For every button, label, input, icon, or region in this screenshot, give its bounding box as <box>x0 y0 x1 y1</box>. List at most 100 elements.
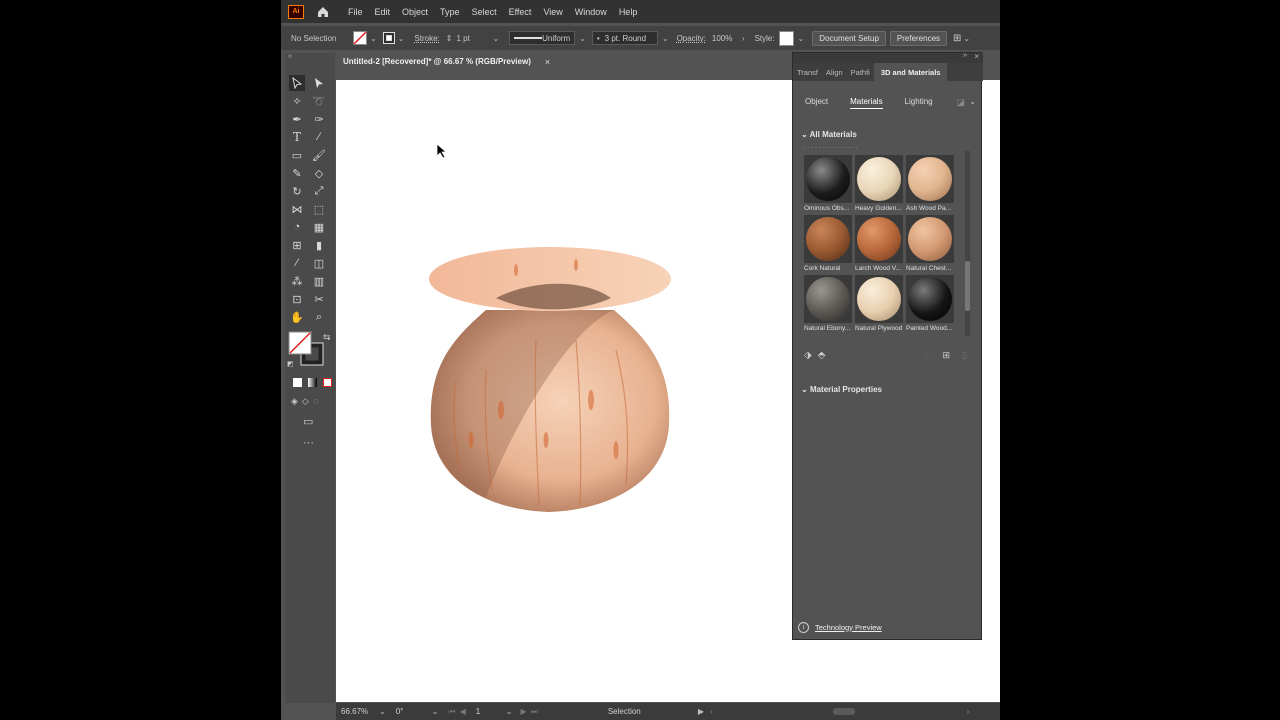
fill-stroke-swatches[interactable]: ⇆ <box>287 330 333 372</box>
brush-definition[interactable]: • 3 pt. Round <box>591 31 658 45</box>
scrollbar-thumb[interactable] <box>965 261 970 311</box>
opacity-label[interactable]: Opacity: <box>677 34 706 43</box>
last-artboard-icon[interactable]: ⏭ <box>531 707 538 717</box>
direct-selection-tool-icon[interactable] <box>311 75 327 91</box>
lasso-tool-icon[interactable]: ➰ <box>311 93 327 109</box>
style-swatch[interactable] <box>778 30 794 46</box>
brush-dropdown-icon[interactable]: ⌄ <box>662 34 669 43</box>
duplicate-icon[interactable]: ⊞ <box>943 350 951 361</box>
edit-toolbar-icon[interactable]: ··· <box>303 437 314 449</box>
materials-scrollbar[interactable] <box>965 151 970 336</box>
opacity-arrow-icon[interactable]: › <box>742 34 745 43</box>
width-tool-icon[interactable]: ⋈ <box>289 201 305 217</box>
arrange-dropdown-icon[interactable]: ⌄ <box>963 34 970 43</box>
menu-window[interactable]: Window <box>575 7 607 17</box>
artboard-tool-icon[interactable]: ⊡ <box>289 291 305 307</box>
column-graph-tool-icon[interactable]: ▥ <box>311 273 327 289</box>
color-mode-icon[interactable] <box>293 378 302 387</box>
menu-type[interactable]: Type <box>440 7 460 17</box>
mesh-tool-icon[interactable]: ⊞ <box>289 237 305 253</box>
default-colors-icon[interactable]: ◩ <box>287 360 294 368</box>
first-artboard-icon[interactable]: ⏮ <box>448 707 455 717</box>
material-swatch[interactable]: Larch Wood V... <box>855 215 905 273</box>
panel-close-icon[interactable]: × <box>974 52 979 61</box>
subtab-materials[interactable]: Materials <box>850 97 883 109</box>
stroke-stepper-icon[interactable]: ⇕ <box>446 34 453 43</box>
stroke-label[interactable]: Stroke: <box>414 34 439 43</box>
tab-pathfinder[interactable]: Pathfi <box>847 68 874 77</box>
next-artboard-icon[interactable]: ▶ <box>520 707 526 716</box>
rectangle-tool-icon[interactable]: ▭ <box>289 147 305 163</box>
document-setup-button[interactable]: Document Setup <box>812 30 886 46</box>
close-tab-icon[interactable]: × <box>545 57 550 67</box>
eyedropper-tool-icon[interactable]: ⁄ <box>289 255 305 271</box>
perspective-grid-tool-icon[interactable]: ▦ <box>311 219 327 235</box>
rotate-tool-icon[interactable]: ↻ <box>289 183 305 199</box>
tab-align[interactable]: Align <box>822 68 847 77</box>
delete-icon[interactable]: ▯ <box>962 350 967 361</box>
stroke-weight-dropdown-icon[interactable]: ⌄ <box>492 34 499 43</box>
status-menu-icon[interactable]: ▶ <box>698 707 704 716</box>
variable-width-profile[interactable]: Uniform <box>509 31 576 45</box>
revert-icon[interactable]: ◌ <box>925 350 930 361</box>
stroke-swatch[interactable] <box>382 32 395 44</box>
zoom-field[interactable]: 66.67% <box>341 707 379 716</box>
pen-tool-icon[interactable]: ✒ <box>289 111 305 127</box>
material-swatch[interactable]: Painted Wood... <box>906 275 956 333</box>
scroll-right-icon[interactable]: › <box>967 707 970 716</box>
menu-file[interactable]: File <box>348 7 363 17</box>
blend-tool-icon[interactable]: ◫ <box>311 255 327 271</box>
screen-mode-icon[interactable]: ▭ <box>303 415 313 428</box>
magic-wand-tool-icon[interactable]: ✧ <box>289 93 305 109</box>
preferences-button[interactable]: Preferences <box>889 30 948 46</box>
panel-menu-dropdown-icon[interactable]: ⌄ <box>969 97 976 106</box>
free-transform-tool-icon[interactable]: ⬚ <box>311 201 327 217</box>
material-swatch[interactable]: Natural Ebony... <box>804 275 854 333</box>
gradient-mode-icon[interactable] <box>308 378 317 387</box>
menu-effect[interactable]: Effect <box>509 7 532 17</box>
material-properties-header[interactable]: ⌄ Material Properties <box>801 385 882 394</box>
menu-select[interactable]: Select <box>472 7 497 17</box>
render-icon[interactable]: ◪ <box>956 97 965 108</box>
curvature-tool-icon[interactable]: ✑ <box>311 111 327 127</box>
all-materials-header[interactable]: ⌄ All Materials <box>801 130 857 139</box>
fill-swatch[interactable] <box>353 31 367 45</box>
zoom-dropdown-icon[interactable]: ⌄ <box>379 707 386 716</box>
shape-builder-tool-icon[interactable]: ◔ <box>289 219 305 235</box>
arrange-icon[interactable]: ⊞ <box>953 33 961 44</box>
menu-help[interactable]: Help <box>619 7 638 17</box>
zoom-tool-icon[interactable]: ⌕ <box>311 309 327 325</box>
menu-view[interactable]: View <box>543 7 562 17</box>
collapse-icon[interactable]: « <box>288 53 292 60</box>
draw-modes-icon[interactable]: ◈◇◌ <box>291 396 322 407</box>
info-icon[interactable]: i <box>798 621 809 633</box>
material-swatch[interactable]: Ominous Obs... <box>804 155 854 213</box>
scale-tool-icon[interactable]: ⤢ <box>311 183 327 199</box>
technology-preview-link[interactable]: Technology Preview <box>815 623 882 632</box>
pencil-tool-icon[interactable]: ✎ <box>289 165 305 181</box>
subtab-object[interactable]: Object <box>805 97 828 109</box>
subtab-lighting[interactable]: Lighting <box>905 97 933 109</box>
menu-object[interactable]: Object <box>402 7 428 17</box>
tab-3d-and-materials[interactable]: 3D and Materials <box>873 63 948 81</box>
opacity-field[interactable]: 100% <box>712 34 742 43</box>
type-tool-icon[interactable]: T <box>289 129 305 145</box>
stroke-weight-field[interactable]: 1 pt <box>456 34 492 43</box>
add-material-icon[interactable]: ⬘ <box>818 350 826 361</box>
none-mode-icon[interactable] <box>323 378 332 387</box>
selection-tool-icon[interactable] <box>289 75 305 91</box>
fill-dropdown-icon[interactable]: ⌄ <box>370 34 377 43</box>
style-dropdown-icon[interactable]: ⌄ <box>798 34 805 43</box>
tab-transform[interactable]: Transf <box>793 68 822 77</box>
artboard-number-field[interactable]: 1 <box>476 707 506 716</box>
stroke-dropdown-icon[interactable]: ⌄ <box>398 34 405 43</box>
material-swatch[interactable]: Heavy Golden... <box>855 155 905 213</box>
home-icon[interactable] <box>316 5 330 19</box>
scroll-left-icon[interactable]: ‹ <box>710 707 713 716</box>
eraser-tool-icon[interactable]: ◇ <box>311 165 327 181</box>
panel-collapse-icon[interactable]: » <box>963 52 967 59</box>
slice-tool-icon[interactable]: ✂ <box>311 291 327 307</box>
previous-artboard-icon[interactable]: ◀ <box>460 707 466 716</box>
gradient-tool-icon[interactable]: ▮ <box>311 237 327 253</box>
rotation-field[interactable]: 0° <box>396 707 430 716</box>
